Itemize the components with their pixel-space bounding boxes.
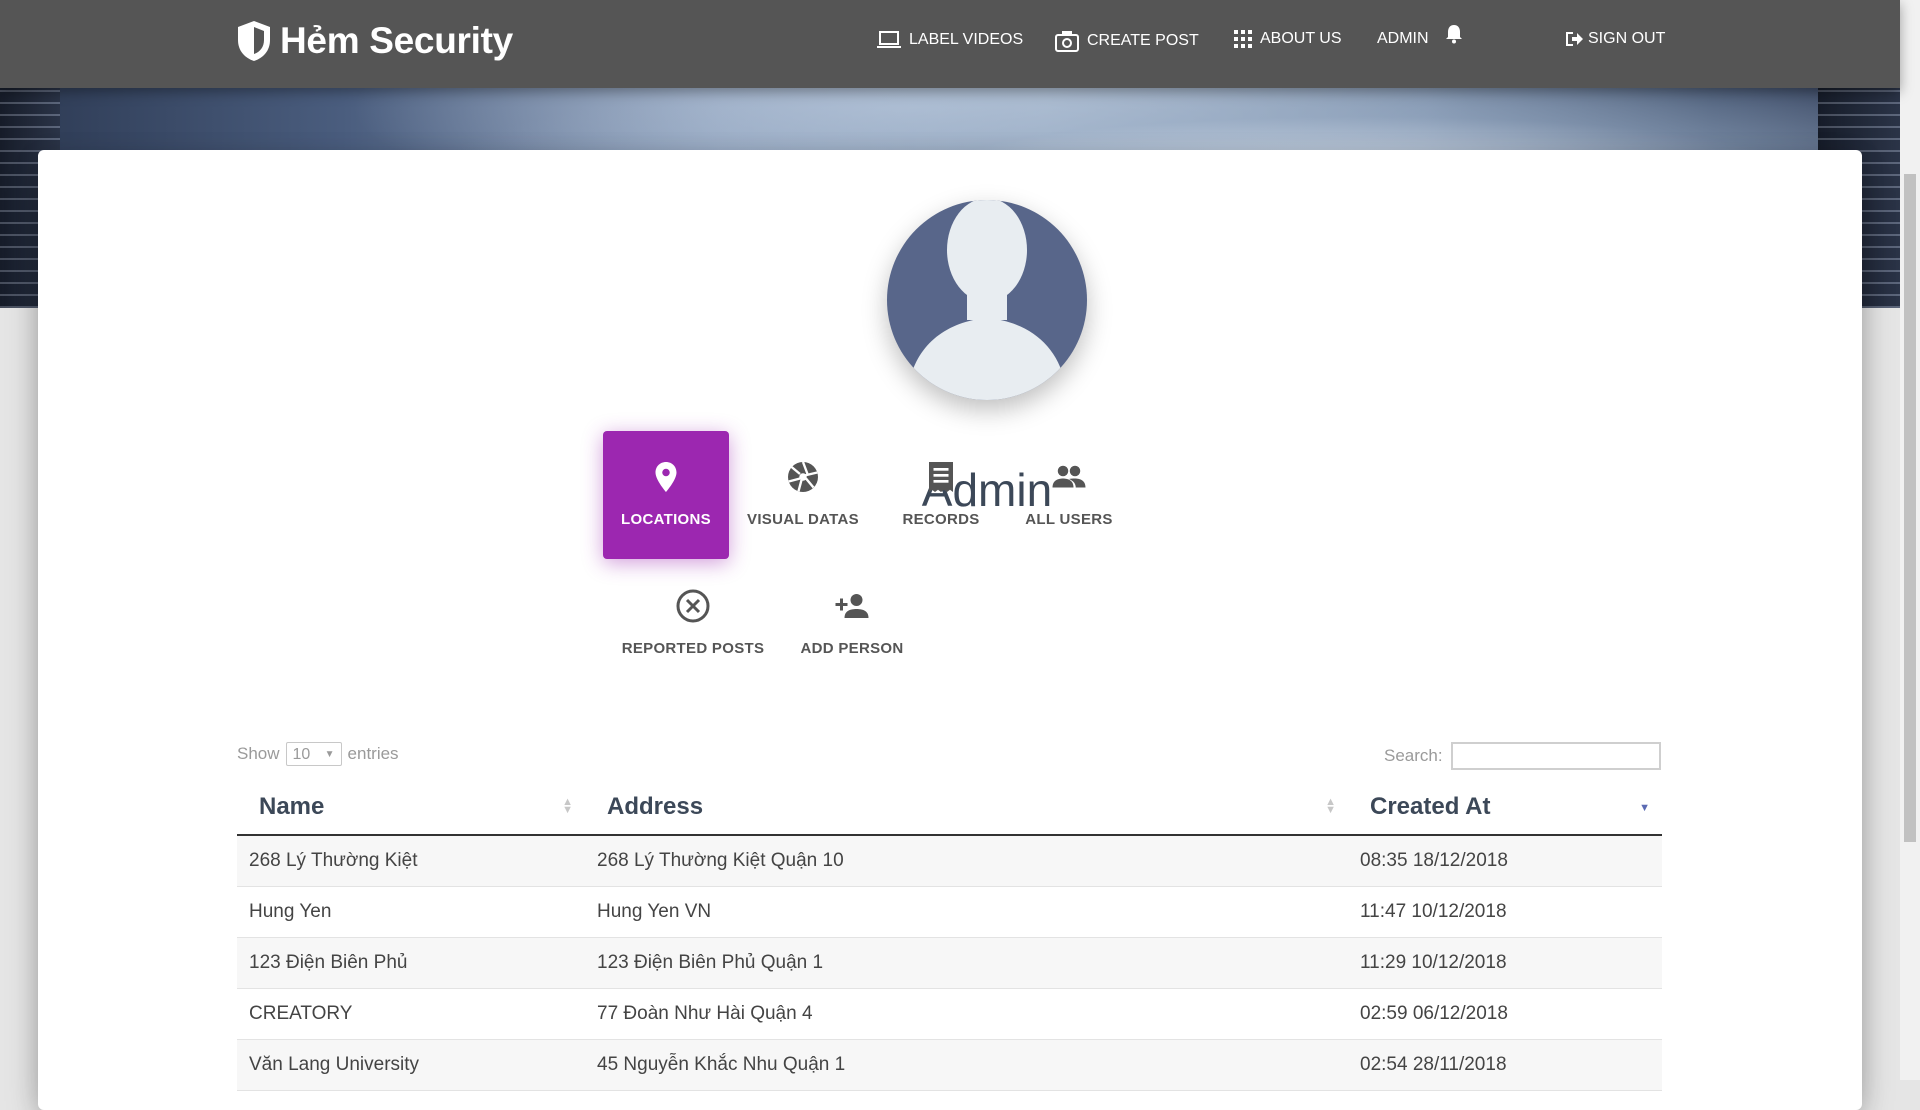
search-input[interactable] xyxy=(1450,742,1661,770)
navbar: Hẻm Security LABEL VIDEOS CREATE POST AB… xyxy=(0,0,1900,88)
grid-icon xyxy=(1234,30,1252,48)
nav-sign-out[interactable]: SIGN OUT xyxy=(1564,30,1665,48)
nav-sign-out-label: SIGN OUT xyxy=(1588,30,1666,47)
cell-created-at: 11:47 10/12/2018 xyxy=(1348,886,1662,938)
people-icon xyxy=(1052,465,1086,488)
nav-create-post[interactable]: CREATE POST xyxy=(1055,30,1199,52)
tab-reported-posts[interactable]: REPORTED POSTS xyxy=(620,560,766,688)
table-row[interactable]: Hung Yen Hung Yen VN 11:47 10/12/2018 xyxy=(237,886,1662,938)
tab-records[interactable]: RECORDS xyxy=(878,431,1004,559)
tab-locations[interactable]: LOCATIONS xyxy=(603,431,729,559)
cell-address: 45 Nguyễn Khắc Nhu Quận 1 xyxy=(585,1039,1348,1091)
tab-all-users[interactable]: ALL USERS xyxy=(1006,431,1132,559)
cell-address: 123 Điện Biên Phủ Quận 1 xyxy=(585,937,1348,989)
x-circle-icon xyxy=(676,589,710,623)
table-row[interactable]: CREATORY 77 Đoàn Như Hài Quận 4 02:59 06… xyxy=(237,988,1662,1040)
column-header-name[interactable]: Name ▲ ▼ xyxy=(237,780,585,836)
sort-icon: ▲ ▼ xyxy=(1325,796,1336,816)
tab-locations-label: LOCATIONS xyxy=(621,511,711,528)
vertical-scrollbar[interactable] xyxy=(1900,0,1920,1080)
cell-created-at: 02:59 06/12/2018 xyxy=(1348,988,1662,1040)
cell-name: CREATORY xyxy=(237,988,585,1040)
shield-icon xyxy=(238,21,270,61)
cell-created-at: 08:35 18/12/2018 xyxy=(1348,835,1662,887)
cell-name: 123 Điện Biên Phủ xyxy=(237,937,585,989)
column-header-address-label: Address xyxy=(607,793,704,820)
tab-add-person[interactable]: ADD PERSON xyxy=(787,560,917,688)
column-header-name-label: Name xyxy=(259,793,325,820)
nav-about-us-label: ABOUT US xyxy=(1260,30,1342,47)
cell-name: 268 Lý Thường Kiệt xyxy=(237,835,585,887)
sign-out-icon xyxy=(1566,32,1583,46)
chevron-down-icon: ▼ xyxy=(324,749,335,760)
cell-created-at: 02:54 28/11/2018 xyxy=(1348,1039,1662,1091)
camera-icon xyxy=(1055,31,1079,52)
nav-create-post-label: CREATE POST xyxy=(1087,32,1199,49)
column-header-address[interactable]: Address ▲ ▼ xyxy=(585,780,1348,836)
nav-admin-label: ADMIN xyxy=(1377,30,1429,47)
tab-all-users-label: ALL USERS xyxy=(1025,511,1113,528)
nav-label-videos[interactable]: LABEL VIDEOS xyxy=(877,30,1023,50)
location-pin-icon xyxy=(655,462,677,492)
table-row[interactable]: 268 Lý Thường Kiệt 268 Lý Thường Kiệt Qu… xyxy=(237,835,1662,887)
column-header-created-at[interactable]: Created At ▼ xyxy=(1348,780,1662,836)
table-header-row: Name ▲ ▼ Address ▲ ▼ Created At ▼ xyxy=(237,780,1662,836)
cell-address: Hung Yen VN xyxy=(585,886,1348,938)
cell-created-at: 11:29 10/12/2018 xyxy=(1348,937,1662,989)
entries-length-control: Show 10 ▼ entries xyxy=(237,742,399,766)
table-row[interactable]: Văn Lang University 45 Nguyễn Khắc Nhu Q… xyxy=(237,1039,1662,1091)
user-silhouette-icon xyxy=(907,200,1067,400)
column-header-created-at-label: Created At xyxy=(1370,793,1491,820)
cell-name: Văn Lang University xyxy=(237,1039,585,1091)
table-row[interactable]: 123 Điện Biên Phủ 123 Điện Biên Phủ Quận… xyxy=(237,937,1662,989)
sort-icon: ▲ ▼ xyxy=(562,796,573,816)
entries-label: entries xyxy=(347,744,399,763)
show-label: Show xyxy=(237,744,280,763)
entries-select[interactable]: 10 ▼ xyxy=(285,742,342,766)
receipt-icon xyxy=(929,462,953,492)
tab-add-person-label: ADD PERSON xyxy=(800,640,904,657)
brand-logo[interactable]: Hẻm Security xyxy=(236,20,513,62)
nav-label-videos-label: LABEL VIDEOS xyxy=(909,31,1024,48)
brand-name: Hẻm Security xyxy=(280,20,513,61)
search-label: Search: xyxy=(1384,746,1443,765)
sort-desc-icon: ▼ xyxy=(1639,802,1650,814)
cell-name: Hung Yen xyxy=(237,886,585,938)
tab-records-label: RECORDS xyxy=(902,511,980,528)
nav-admin[interactable]: ADMIN xyxy=(1377,25,1471,48)
avatar xyxy=(887,200,1087,400)
cell-address: 268 Lý Thường Kiệt Quận 10 xyxy=(585,835,1348,887)
cell-address: 77 Đoàn Như Hài Quận 4 xyxy=(585,988,1348,1040)
nav-about-us[interactable]: ABOUT US xyxy=(1234,30,1342,48)
bell-icon[interactable] xyxy=(1445,24,1463,44)
tab-visual-datas-label: VISUAL DATAS xyxy=(747,511,859,528)
entries-select-value: 10 xyxy=(292,746,311,763)
camera-shutter-icon xyxy=(788,461,818,492)
tab-reported-posts-label: REPORTED POSTS xyxy=(621,640,765,657)
laptop-icon xyxy=(877,31,901,48)
tab-visual-datas[interactable]: VISUAL DATAS xyxy=(740,431,866,559)
locations-table: Name ▲ ▼ Address ▲ ▼ Created At ▼ 268 Lý T… xyxy=(237,780,1662,1091)
table-search: Search: xyxy=(1384,742,1661,770)
person-add-icon xyxy=(835,594,869,618)
